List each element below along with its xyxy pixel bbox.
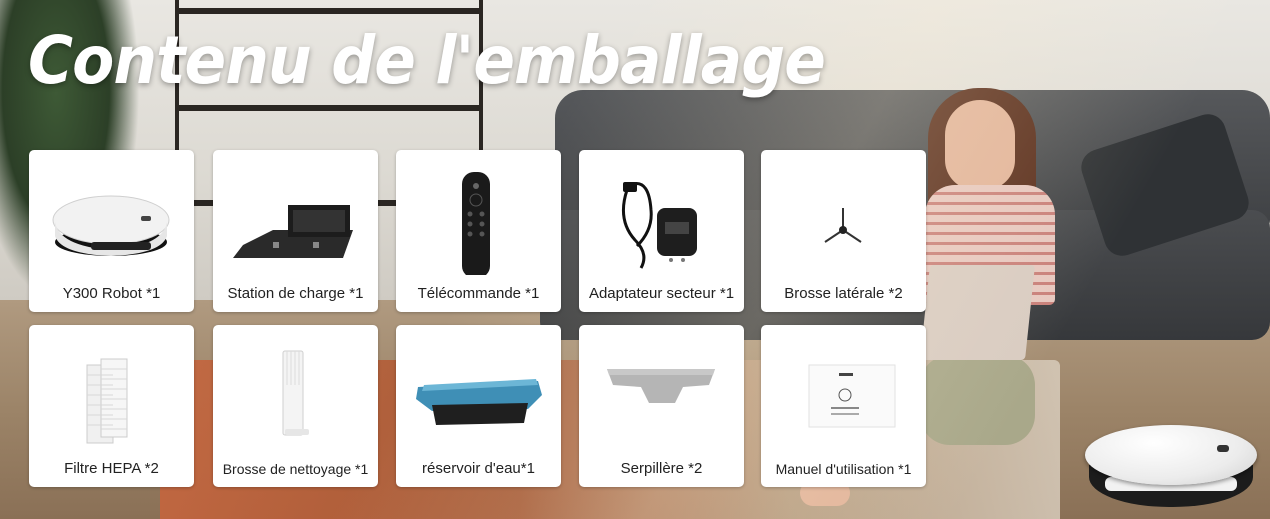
item-card-adapter: Adaptateur secteur *1 [579, 150, 744, 312]
item-label: Brosse latérale *2 [784, 285, 903, 302]
item-card-manual: Manuel d'utilisation *1 [761, 325, 926, 487]
item-card-mop: Serpillère *2 [579, 325, 744, 487]
item-card-charging-station: Station de charge *1 [213, 150, 378, 312]
item-label: Télécommande *1 [417, 285, 540, 302]
item-label: Manuel d'utilisation *1 [775, 461, 912, 477]
hero-robot-vacuum [1085, 425, 1257, 513]
item-label: Station de charge *1 [227, 285, 364, 302]
side-brush-icon [761, 150, 926, 275]
item-label: Y300 Robot *1 [62, 285, 161, 302]
cleaning-brush-icon [213, 325, 378, 450]
item-card-remote: Télécommande *1 [396, 150, 561, 312]
item-card-water-tank: réservoir d'eau*1 [396, 325, 561, 487]
item-label: Filtre HEPA *2 [64, 460, 159, 477]
hepa-filter-icon [29, 325, 194, 450]
item-label: réservoir d'eau*1 [422, 460, 535, 477]
background-photo: Contenu de l'emballage Y300 Robot *1 Sta [0, 0, 1270, 519]
item-card-hepa-filter: Filtre HEPA *2 [29, 325, 194, 487]
item-card-robot: Y300 Robot *1 [29, 150, 194, 312]
charging-station-icon [213, 150, 378, 275]
user-manual-icon [761, 325, 926, 450]
page-title: Contenu de l'emballage [28, 22, 826, 99]
power-adapter-icon [579, 150, 744, 275]
water-tank-icon [396, 325, 561, 450]
item-label: Brosse de nettoyage *1 [222, 461, 369, 477]
item-label: Serpillère *2 [620, 460, 703, 477]
item-card-cleaning-brush: Brosse de nettoyage *1 [213, 325, 378, 487]
item-label: Adaptateur secteur *1 [588, 285, 735, 302]
mop-pad-icon [579, 325, 744, 450]
robot-vacuum-icon [29, 150, 194, 275]
remote-control-icon [396, 150, 561, 278]
item-card-side-brush: Brosse latérale *2 [761, 150, 926, 312]
